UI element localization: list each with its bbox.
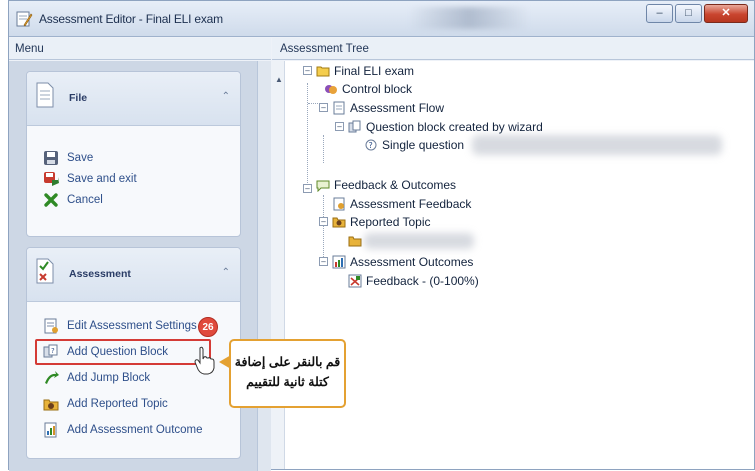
- menu-item-add-jump-block[interactable]: Add Jump Block: [43, 368, 150, 388]
- window-title: Assessment Editor - Final ELI exam: [39, 12, 223, 26]
- window-controls: – □ ✕: [644, 4, 748, 23]
- collapse-icon[interactable]: ⌃: [222, 267, 230, 278]
- tree-node-control-block[interactable]: Control block: [324, 80, 412, 98]
- expand-toggle[interactable]: –: [303, 184, 312, 193]
- tree-node-single-question[interactable]: ? Single question: [364, 136, 464, 154]
- assessment-editor-window: Assessment Editor - Final ELI exam – □ ✕…: [8, 0, 755, 471]
- menu-item-add-assessment-outcome[interactable]: Add Assessment Outcome: [43, 420, 203, 440]
- assessment-panel-header[interactable]: Assessment ⌃: [27, 248, 240, 302]
- menu-header: Menu: [9, 38, 271, 60]
- topic-icon: [348, 236, 362, 247]
- flow-icon: [333, 101, 345, 115]
- tree-node-reported-topic[interactable]: Reported Topic: [332, 213, 431, 231]
- file-panel-header[interactable]: File ⌃: [27, 72, 240, 126]
- question-block-icon: [348, 120, 361, 133]
- minimize-button[interactable]: –: [646, 4, 673, 23]
- highlight-box: [35, 339, 211, 365]
- close-button[interactable]: ✕: [704, 4, 748, 23]
- tree-node-label: Feedback & Outcomes: [334, 178, 457, 192]
- tree-node-root[interactable]: Final ELI exam: [316, 62, 414, 80]
- folder-icon: [316, 66, 330, 77]
- feedback-icon: [316, 180, 330, 192]
- blurred-region: [364, 233, 474, 249]
- svg-text:?: ?: [369, 141, 373, 150]
- maximize-button[interactable]: □: [675, 4, 702, 23]
- title-bar: Assessment Editor - Final ELI exam – □ ✕: [9, 1, 754, 37]
- tree-node-label: Assessment Feedback: [350, 197, 472, 211]
- outcomes-icon: [332, 255, 346, 269]
- tree-node-label: Assessment Flow: [350, 101, 445, 115]
- blurred-region: [472, 135, 722, 155]
- add-assessment-outcome-label: Add Assessment Outcome: [67, 424, 203, 436]
- jump-block-icon: [45, 371, 59, 384]
- instruction-callout: قم بالنقر على إضافة كتلة ثانية للتقييم: [219, 339, 346, 408]
- assessment-feedback-icon: [333, 197, 345, 211]
- expand-toggle[interactable]: –: [319, 217, 328, 226]
- tree-node-label: Question block created by wizard: [366, 120, 543, 134]
- reported-topic-icon: [332, 217, 346, 228]
- menu-item-edit-assessment-settings[interactable]: Edit Assessment Settings: [43, 316, 197, 336]
- outcome-icon: [44, 422, 57, 438]
- callout-pointer: [219, 355, 231, 369]
- file-panel-title: File: [69, 92, 88, 104]
- tree-node-question-block[interactable]: Question block created by wizard: [348, 118, 543, 136]
- expand-toggle[interactable]: –: [303, 66, 312, 75]
- blurred-region: [409, 7, 529, 29]
- tree-node-label: Assessment Outcomes: [350, 255, 474, 269]
- save-and-exit-label: Save and exit: [67, 173, 137, 185]
- hand-cursor-icon: [194, 346, 215, 375]
- callout-line-2: كتلة ثانية للتقييم: [246, 375, 329, 389]
- add-jump-block-label: Add Jump Block: [67, 372, 151, 384]
- cancel-icon: [44, 193, 58, 207]
- file-icon: [36, 82, 54, 108]
- tree-node-assessment-flow[interactable]: Assessment Flow: [332, 99, 444, 117]
- tree-node-label: Feedback - (0-100%): [366, 274, 479, 288]
- control-block-icon: [325, 85, 337, 94]
- tree-node-feedback-range[interactable]: Feedback - (0-100%): [348, 272, 479, 290]
- settings-icon: [44, 318, 58, 334]
- expand-toggle[interactable]: –: [319, 103, 328, 112]
- menu-panel: File ⌃ Save Save and exit Cancel Assessm…: [9, 61, 257, 471]
- menu-item-save-and-exit[interactable]: Save and exit: [43, 169, 137, 189]
- cancel-label: Cancel: [67, 194, 103, 206]
- tree-header: Assessment Tree: [272, 38, 754, 60]
- collapse-icon[interactable]: ⌃: [222, 91, 230, 102]
- assessment-panel-title: Assessment: [69, 268, 131, 280]
- outcome-feedback-icon: [348, 274, 362, 288]
- tree-node-label: Final ELI exam: [334, 64, 415, 78]
- tree-node-label: Control block: [342, 82, 413, 96]
- assessment-tree: ▲ – Final ELI exam Control block – Asses…: [272, 61, 754, 469]
- expand-toggle[interactable]: –: [335, 122, 344, 131]
- step-badge: 26: [198, 317, 218, 337]
- assessment-icon: [36, 258, 54, 284]
- callout-line-1: قم بالنقر على إضافة: [234, 355, 341, 369]
- tree-node-label: Single question: [382, 138, 465, 152]
- app-icon: [16, 11, 33, 27]
- edit-assessment-settings-label: Edit Assessment Settings: [67, 320, 197, 332]
- add-reported-topic-label: Add Reported Topic: [67, 398, 168, 410]
- menu-item-save[interactable]: Save: [43, 148, 93, 168]
- reported-topic-icon: [43, 399, 59, 411]
- tree-node-label: Reported Topic: [350, 215, 431, 229]
- menu-item-add-reported-topic[interactable]: Add Reported Topic: [43, 394, 168, 414]
- panel-splitter[interactable]: [257, 61, 271, 471]
- tree-node-feedback-outcomes[interactable]: Feedback & Outcomes: [316, 176, 456, 194]
- expand-toggle[interactable]: –: [319, 257, 328, 266]
- file-panel: File ⌃ Save Save and exit Cancel: [26, 71, 241, 237]
- save-exit-icon: [44, 172, 59, 186]
- menu-item-cancel[interactable]: Cancel: [43, 190, 103, 210]
- save-label: Save: [67, 152, 94, 164]
- tree-node-assessment-feedback[interactable]: Assessment Feedback: [332, 195, 471, 213]
- tree-node-assessment-outcomes[interactable]: Assessment Outcomes: [332, 253, 473, 271]
- scroll-up-icon[interactable]: ▲: [275, 75, 283, 84]
- save-icon: [44, 151, 58, 165]
- question-icon: ?: [365, 139, 377, 151]
